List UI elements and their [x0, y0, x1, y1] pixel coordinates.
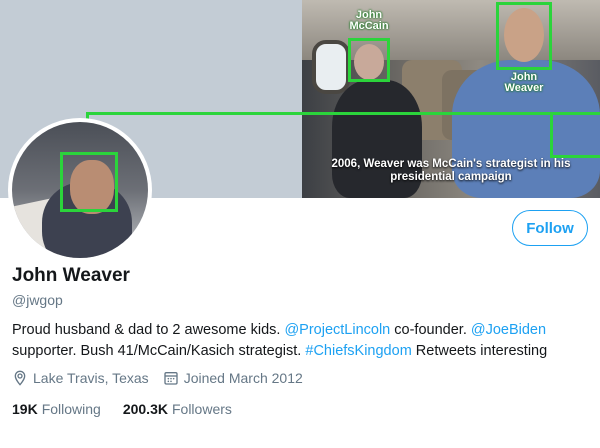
- following-label: Following: [41, 401, 101, 417]
- location-item: Lake Travis, Texas: [12, 370, 149, 386]
- location-pin-icon: [14, 370, 26, 386]
- face-box-edge: [550, 112, 600, 158]
- mention-link-joebiden[interactable]: @JoeBiden: [471, 322, 546, 338]
- profile-meta: Lake Travis, Texas Joined March 2012: [12, 370, 317, 386]
- face-box-weaver: [496, 2, 552, 70]
- bio-text: Retweets interesting: [411, 343, 548, 359]
- face-label-mccain: John McCain: [349, 9, 389, 32]
- profile-stats: 19K Following 200.3K Followers: [12, 401, 254, 417]
- followers-count: 200.3K: [122, 401, 168, 417]
- plane-window: [312, 40, 350, 94]
- followers-link[interactable]: 200.3K Followers: [123, 401, 232, 417]
- face-connector-line: [86, 112, 554, 115]
- location-text: Lake Travis, Texas: [33, 370, 149, 386]
- face-label-weaver: John Weaver: [504, 71, 544, 94]
- face-box-avatar: [60, 152, 118, 212]
- followers-label: Followers: [171, 401, 232, 417]
- face-box-mccain: [348, 38, 390, 82]
- mention-link-projectlincoln[interactable]: @ProjectLincoln: [284, 322, 390, 338]
- profile-handle: @jwgop: [12, 292, 63, 308]
- follow-button[interactable]: Follow: [512, 210, 588, 246]
- profile-bio: Proud husband & dad to 2 awesome kids. @…: [12, 320, 592, 362]
- joined-item: Joined March 2012: [163, 370, 303, 386]
- following-count: 19K: [12, 401, 38, 417]
- bio-text: co-founder.: [390, 322, 471, 338]
- following-link[interactable]: 19K Following: [12, 401, 101, 417]
- hashtag-link-chiefskingdom[interactable]: #ChiefsKingdom: [305, 343, 411, 359]
- avatar[interactable]: [8, 118, 152, 262]
- banner-caption: 2006, Weaver was McCain's strategist in …: [331, 158, 571, 183]
- bio-text: supporter. Bush 41/McCain/Kasich strateg…: [12, 343, 306, 359]
- profile-page: John McCain John Weaver 2006, Weaver was…: [0, 0, 600, 448]
- bio-text: Proud husband & dad to 2 awesome kids.: [12, 322, 285, 338]
- banner-photo: John McCain John Weaver 2006, Weaver was…: [302, 0, 600, 198]
- joined-text: Joined March 2012: [183, 370, 303, 386]
- profile-name: John Weaver: [12, 265, 130, 286]
- calendar-icon: [164, 372, 178, 385]
